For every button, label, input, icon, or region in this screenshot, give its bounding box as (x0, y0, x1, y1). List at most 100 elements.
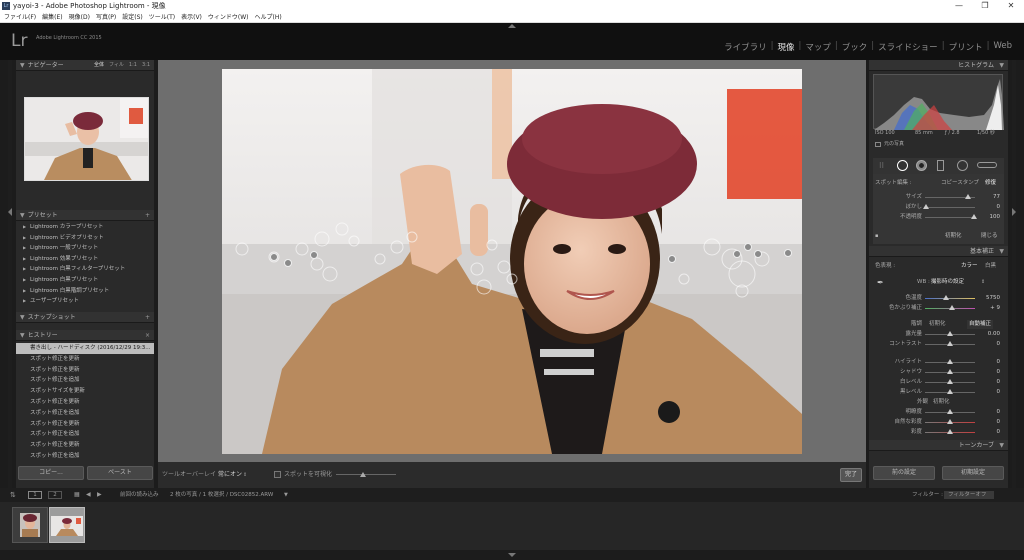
treatment-bw[interactable]: 白黒 (985, 262, 996, 271)
menu-help[interactable]: ヘルプ(H) (255, 12, 282, 23)
clone-mode[interactable]: コピースタンプ (941, 179, 979, 188)
tone-slider-knob[interactable] (947, 359, 953, 364)
wb-slider-track[interactable] (925, 298, 975, 299)
done-button[interactable]: 完了 (840, 468, 862, 482)
preset-folder[interactable]: Lightroom 白黒フィルタープリセット (16, 264, 154, 275)
presence-slider-value[interactable]: 0 (997, 418, 1001, 427)
history-item[interactable]: スポット修正を追加 (16, 408, 154, 419)
toggle-icon[interactable]: ▪ (875, 230, 878, 242)
menu-tools[interactable]: ツール(T) (149, 12, 175, 23)
reset-settings-button[interactable]: 初期設定 (942, 466, 1004, 480)
spot-slider-value[interactable]: 77 (993, 193, 1000, 202)
wb-slider-value[interactable]: 5750 (986, 294, 1000, 303)
spot-slider-knob[interactable] (964, 194, 971, 199)
preset-folder[interactable]: Lightroom カラープリセット (16, 222, 154, 233)
clear-history-icon[interactable]: × (145, 330, 150, 341)
nav-fill[interactable]: フィル (109, 60, 124, 71)
filmstrip-thumbnail-selected[interactable] (49, 507, 85, 543)
menu-window[interactable]: ウィンドウ(W) (208, 12, 249, 23)
history-item[interactable]: スポット修正を追加 (16, 429, 154, 440)
collapse-left-icon[interactable] (8, 208, 12, 216)
spot-slider-value[interactable]: 0 (997, 203, 1001, 212)
spot-removal-icon[interactable] (897, 160, 908, 171)
tone-reset-link[interactable]: 初期化 (929, 320, 946, 329)
basic-header[interactable]: 基本補正 ▼ (869, 246, 1008, 257)
spot-slider-track[interactable] (925, 207, 975, 208)
chevron-updown-icon[interactable]: ⇕ (981, 278, 985, 287)
history-header[interactable]: ▼ ヒストリー × (16, 330, 154, 341)
menu-develop[interactable]: 現像(D) (69, 12, 90, 23)
red-eye-icon[interactable] (916, 160, 927, 171)
wb-eyedropper-icon[interactable]: ✒ (877, 278, 884, 287)
right-panel-edge[interactable] (1012, 60, 1016, 488)
crop-tool-icon[interactable]: ⁝⁝ (879, 161, 884, 170)
tone-slider-value[interactable]: 0 (997, 388, 1001, 397)
snapshots-header[interactable]: ▼ スナップショット + (16, 312, 154, 323)
preset-folder[interactable]: Lightroom 白黒プリセット (16, 275, 154, 286)
sync-icon[interactable]: ⇅ (10, 488, 16, 502)
treatment-color[interactable]: カラー (961, 262, 978, 271)
spot-slider-knob[interactable] (971, 214, 977, 219)
tone-slider-knob[interactable] (947, 389, 953, 394)
presence-reset-link[interactable]: 初期化 (933, 398, 950, 407)
tone-slider-value[interactable]: 0 (997, 340, 1001, 349)
main-window-button[interactable]: 1 (28, 491, 42, 499)
add-snapshot-icon[interactable]: + (145, 312, 150, 323)
forward-arrow-icon[interactable]: ▶ (97, 488, 102, 502)
auto-tone-button[interactable]: 自動補正 (967, 320, 994, 329)
graduated-filter-icon[interactable] (937, 160, 944, 171)
filter-select[interactable]: フィルターオフ (944, 491, 995, 499)
module-map[interactable]: マップ (801, 41, 835, 53)
wb-slider-knob[interactable] (948, 305, 955, 310)
module-web[interactable]: Web (989, 41, 1016, 53)
grid-view-icon[interactable]: ▦ (74, 488, 80, 502)
presence-slider-knob[interactable] (947, 419, 953, 424)
slider-knob[interactable] (360, 472, 366, 477)
heal-mode[interactable]: 修復 (985, 179, 996, 188)
module-slideshow[interactable]: スライドショー (874, 41, 942, 53)
menu-photo[interactable]: 写真(P) (96, 12, 116, 23)
menu-edit[interactable]: 編集(E) (42, 12, 62, 23)
collapse-top-panel-icon[interactable] (508, 24, 516, 28)
spot-close-button[interactable]: 閉じる (981, 230, 998, 242)
maximize-button[interactable]: ❐ (972, 0, 998, 12)
spot-slider-track[interactable] (925, 217, 975, 218)
minimize-button[interactable]: — (946, 0, 972, 12)
nav-1to1[interactable]: 1:1 (129, 60, 137, 71)
history-item[interactable]: スポット修正を追加 (16, 375, 154, 386)
collapse-filmstrip-icon[interactable] (508, 553, 516, 557)
module-library[interactable]: ライブラリ (720, 41, 771, 53)
visualize-threshold-slider[interactable] (336, 474, 396, 475)
presence-slider-value[interactable]: 0 (997, 408, 1001, 417)
history-item[interactable]: スポット修正を更新 (16, 365, 154, 376)
spot-reset-button[interactable]: 初期化 (945, 230, 962, 242)
original-photo-checkbox[interactable] (875, 142, 881, 147)
tool-overlay-select[interactable]: 常にオン (218, 462, 242, 488)
history-item[interactable]: 書き出し - ハードディスク (2016/12/29 19:3... (16, 343, 154, 354)
nav-fit[interactable]: 全体 (94, 60, 104, 71)
copy-settings-button[interactable]: コピー... (18, 466, 84, 480)
back-arrow-icon[interactable]: ◀ (86, 488, 91, 502)
history-item[interactable]: スポット修正を更新 (16, 397, 154, 408)
module-develop[interactable]: 現像 (774, 41, 799, 53)
preset-folder[interactable]: Lightroom 効果プリセット (16, 254, 154, 265)
wb-slider-value[interactable]: + 9 (990, 304, 1000, 313)
navigator-preview[interactable] (24, 97, 149, 181)
chevron-updown-icon[interactable]: ⇕ (243, 462, 247, 488)
photo-preview[interactable] (222, 69, 802, 454)
nav-3to1[interactable]: 3:1 (142, 60, 150, 71)
menu-settings[interactable]: 設定(S) (122, 12, 143, 23)
tone-slider-value[interactable]: 0.00 (988, 330, 1000, 339)
history-item[interactable]: スポット修正を追加 (16, 451, 154, 462)
tone-slider-knob[interactable] (947, 379, 953, 384)
source-label[interactable]: 前回の読み込み (120, 488, 159, 502)
tone-slider-value[interactable]: 0 (997, 358, 1001, 367)
preset-folder[interactable]: Lightroom ビデオプリセット (16, 233, 154, 244)
preset-folder[interactable]: Lightroom 白黒階調プリセット (16, 286, 154, 297)
tone-slider-knob[interactable] (947, 331, 953, 336)
tone-curve-header[interactable]: トーンカーブ ▼ (869, 440, 1008, 451)
navigator-header[interactable]: ▼ ナビゲーター 全体 フィル 1:1 3:1 (16, 60, 154, 71)
presence-slider-value[interactable]: 0 (997, 428, 1001, 437)
paste-settings-button[interactable]: ペースト (87, 466, 153, 480)
history-item[interactable]: スポット修正を更新 (16, 440, 154, 451)
